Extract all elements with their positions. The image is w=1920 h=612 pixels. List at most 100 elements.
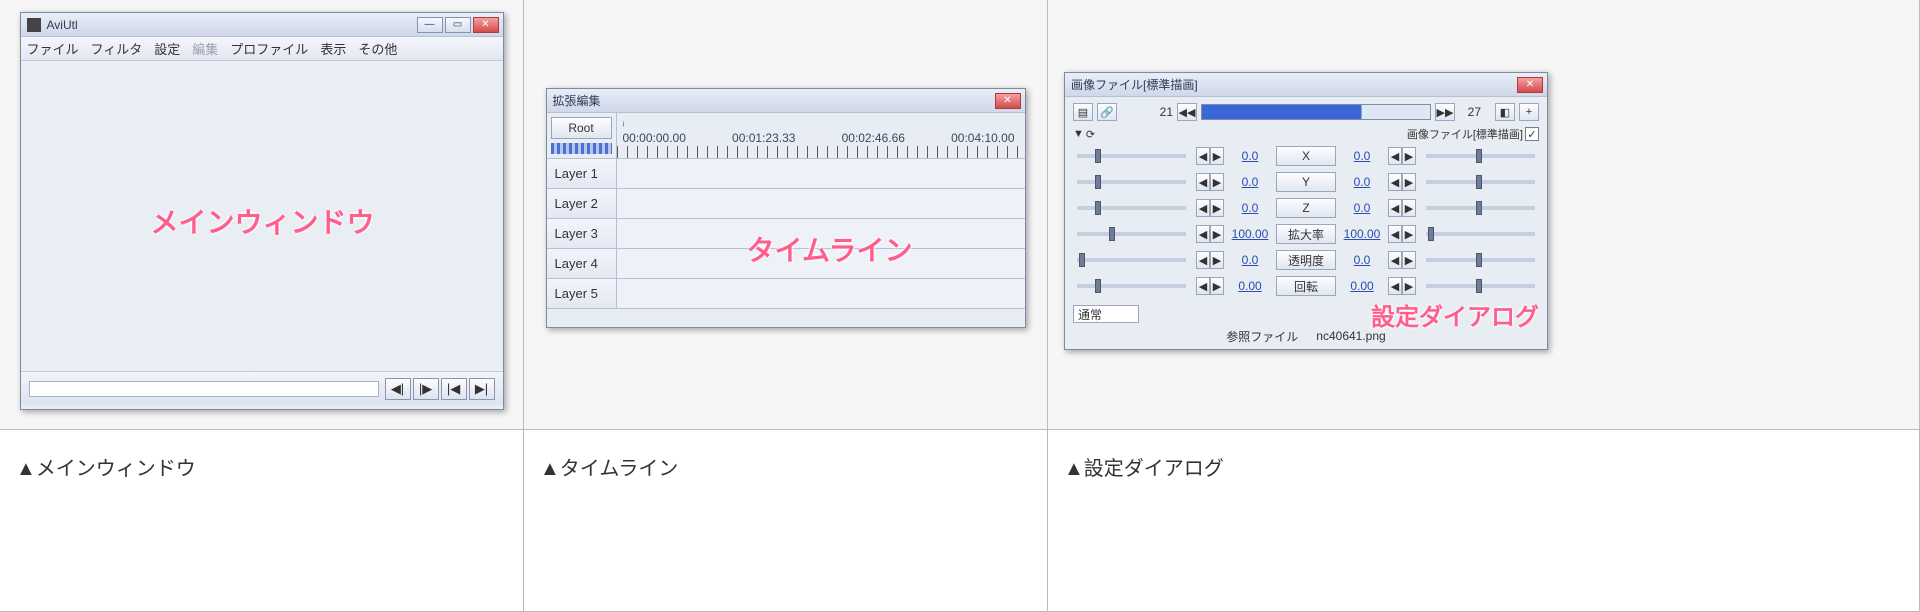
layer-label-5[interactable]: Layer 5 xyxy=(547,279,617,308)
inc-left-icon[interactable]: ▶ xyxy=(1210,147,1224,165)
timeline-close-button[interactable]: ✕ xyxy=(995,93,1021,109)
main-window-titlebar[interactable]: AviUtl — ▭ ✕ xyxy=(21,13,503,37)
param-left-value[interactable]: 0.00 xyxy=(1230,279,1270,293)
layer-track[interactable] xyxy=(617,279,1025,308)
dec-right-icon[interactable]: ◀ xyxy=(1388,199,1402,217)
filter-enable-checkbox[interactable]: ✓ xyxy=(1525,127,1539,141)
dec-left-icon[interactable]: ◀ xyxy=(1196,251,1210,269)
layer-label-4[interactable]: Layer 4 xyxy=(547,249,617,278)
dec-left-icon[interactable]: ◀ xyxy=(1196,277,1210,295)
param-name-button[interactable]: 回転 xyxy=(1276,276,1336,296)
param-right-value[interactable]: 0.0 xyxy=(1342,149,1382,163)
time-ruler[interactable]: ᵢ 00:00:00.00 00:01:23.33 00:02:46.66 00… xyxy=(617,113,1025,158)
layer-label-2[interactable]: Layer 2 xyxy=(547,189,617,218)
chain-icon-button[interactable]: 🔗 xyxy=(1097,103,1117,121)
param-left-value[interactable]: 100.00 xyxy=(1230,227,1270,241)
inc-left-icon[interactable]: ▶ xyxy=(1210,173,1224,191)
inc-right-icon[interactable]: ▶ xyxy=(1402,225,1416,243)
inc-left-icon[interactable]: ▶ xyxy=(1210,251,1224,269)
layer-label-1[interactable]: Layer 1 xyxy=(547,159,617,188)
dec-left-icon[interactable]: ◀ xyxy=(1196,147,1210,165)
maximize-button[interactable]: ▭ xyxy=(445,17,471,33)
collapse-icon[interactable]: ▼ xyxy=(1073,128,1084,140)
dec-right-icon[interactable]: ◀ xyxy=(1388,277,1402,295)
param-left-slider[interactable] xyxy=(1077,258,1186,262)
dec-left-icon[interactable]: ◀ xyxy=(1196,199,1210,217)
param-right-slider[interactable] xyxy=(1426,206,1535,210)
param-left-slider[interactable] xyxy=(1077,232,1186,236)
menu-other[interactable]: その他 xyxy=(358,39,397,58)
frame-start-prev-icon[interactable]: ◀◀ xyxy=(1177,103,1197,121)
extra-button-1[interactable]: ◧ xyxy=(1495,103,1515,121)
param-left-value[interactable]: 0.0 xyxy=(1230,253,1270,267)
param-left-slider[interactable] xyxy=(1077,180,1186,184)
param-left-value[interactable]: 0.0 xyxy=(1230,149,1270,163)
inc-right-icon[interactable]: ▶ xyxy=(1402,251,1416,269)
caption-timeline: ▲タイムライン xyxy=(524,430,1048,612)
frame-range-bar[interactable] xyxy=(1201,104,1431,120)
seek-slider[interactable] xyxy=(29,381,379,397)
menu-profile[interactable]: プロファイル xyxy=(230,39,308,58)
param-right-slider[interactable] xyxy=(1426,258,1535,262)
dec-right-icon[interactable]: ◀ xyxy=(1388,147,1402,165)
inc-left-icon[interactable]: ▶ xyxy=(1210,225,1224,243)
settings-close-button[interactable]: ✕ xyxy=(1517,77,1543,93)
layer-track[interactable] xyxy=(617,219,1025,248)
inc-right-icon[interactable]: ▶ xyxy=(1402,173,1416,191)
inc-right-icon[interactable]: ▶ xyxy=(1402,277,1416,295)
menu-view[interactable]: 表示 xyxy=(320,39,346,58)
param-name-button[interactable]: 透明度 xyxy=(1276,250,1336,270)
root-button[interactable]: Root xyxy=(551,117,612,139)
param-left-value[interactable]: 0.0 xyxy=(1230,201,1270,215)
param-name-button[interactable]: Z xyxy=(1276,198,1336,218)
dec-right-icon[interactable]: ◀ xyxy=(1388,173,1402,191)
menu-edit[interactable]: 編集 xyxy=(192,39,218,58)
param-right-slider[interactable] xyxy=(1426,180,1535,184)
param-name-button[interactable]: Y xyxy=(1276,172,1336,192)
timeline-titlebar[interactable]: 拡張編集 ✕ xyxy=(547,89,1025,113)
inc-left-icon[interactable]: ▶ xyxy=(1210,277,1224,295)
dec-right-icon[interactable]: ◀ xyxy=(1388,251,1402,269)
menu-filter[interactable]: フィルタ xyxy=(91,39,143,58)
param-left-slider[interactable] xyxy=(1077,206,1186,210)
inc-right-icon[interactable]: ▶ xyxy=(1402,199,1416,217)
param-left-slider[interactable] xyxy=(1077,284,1186,288)
close-button[interactable]: ✕ xyxy=(473,17,499,33)
param-left-slider[interactable] xyxy=(1077,154,1186,158)
dec-right-icon[interactable]: ◀ xyxy=(1388,225,1402,243)
param-name-button[interactable]: 拡大率 xyxy=(1276,224,1336,244)
inc-right-icon[interactable]: ▶ xyxy=(1402,147,1416,165)
param-right-value[interactable]: 0.00 xyxy=(1342,279,1382,293)
param-right-slider[interactable] xyxy=(1426,154,1535,158)
layer-track[interactable] xyxy=(617,249,1025,278)
step-back-icon[interactable]: ◀| xyxy=(385,378,411,400)
go-start-icon[interactable]: |◀ xyxy=(441,378,467,400)
menu-file[interactable]: ファイル xyxy=(27,39,79,58)
ref-file-label[interactable]: 参照ファイル xyxy=(1226,328,1298,345)
clock-icon[interactable]: ⟳ xyxy=(1086,128,1095,141)
param-right-value[interactable]: 0.0 xyxy=(1342,175,1382,189)
layer-row: Layer 2 xyxy=(547,189,1025,219)
dec-left-icon[interactable]: ◀ xyxy=(1196,225,1210,243)
frame-end-next-icon[interactable]: ▶▶ xyxy=(1435,103,1455,121)
layer-icon-button[interactable]: ▤ xyxy=(1073,103,1093,121)
param-name-button[interactable]: X xyxy=(1276,146,1336,166)
param-left-value[interactable]: 0.0 xyxy=(1230,175,1270,189)
menu-settings[interactable]: 設定 xyxy=(154,39,180,58)
param-right-slider[interactable] xyxy=(1426,284,1535,288)
layer-track[interactable] xyxy=(617,189,1025,218)
settings-titlebar[interactable]: 画像ファイル[標準描画] ✕ xyxy=(1065,73,1547,97)
blend-mode-select[interactable]: 通常 xyxy=(1073,305,1139,323)
minimize-button[interactable]: — xyxy=(417,17,443,33)
step-forward-icon[interactable]: |▶ xyxy=(413,378,439,400)
layer-label-3[interactable]: Layer 3 xyxy=(547,219,617,248)
param-right-value[interactable]: 0.0 xyxy=(1342,201,1382,215)
param-right-value[interactable]: 100.00 xyxy=(1342,227,1382,241)
go-end-icon[interactable]: ▶| xyxy=(469,378,495,400)
dec-left-icon[interactable]: ◀ xyxy=(1196,173,1210,191)
inc-left-icon[interactable]: ▶ xyxy=(1210,199,1224,217)
extra-button-2[interactable]: + xyxy=(1519,103,1539,121)
layer-track[interactable] xyxy=(617,159,1025,188)
param-right-value[interactable]: 0.0 xyxy=(1342,253,1382,267)
param-right-slider[interactable] xyxy=(1426,232,1535,236)
